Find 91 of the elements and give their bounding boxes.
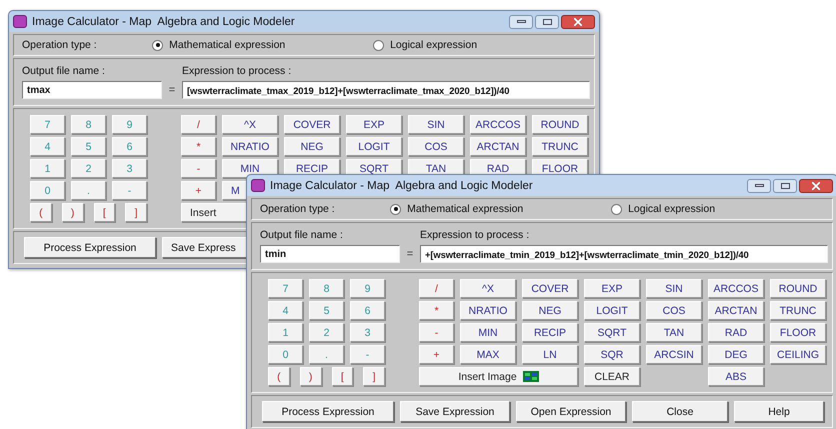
close-button[interactable] <box>799 178 833 192</box>
function-button[interactable]: NRATIO <box>460 301 516 320</box>
function-button[interactable]: LN <box>522 345 578 364</box>
function-button[interactable]: ARCTAN <box>708 301 764 320</box>
function-button[interactable]: FLOOR <box>770 323 826 342</box>
function-button[interactable]: LOGIT <box>346 137 402 156</box>
bracket-button[interactable]: ( <box>30 203 52 222</box>
function-button[interactable]: CEILING <box>770 345 826 364</box>
radio-label: Mathematical expression <box>169 39 286 51</box>
function-button[interactable]: SIN <box>646 279 702 298</box>
function-button[interactable]: ARCSIN <box>646 345 702 364</box>
function-button[interactable]: ROUND <box>532 115 588 134</box>
function-button[interactable]: COVER <box>522 279 578 298</box>
function-button[interactable]: ^X <box>460 279 516 298</box>
radio-label: Logical expression <box>628 203 716 215</box>
output-field[interactable]: tmin <box>260 245 400 263</box>
operation-type-label: Operation type : <box>260 203 336 215</box>
radio-label: Mathematical expression <box>407 203 524 215</box>
expression-field[interactable]: +[wswterraclimate_tmin_2019_b12]+[wswterraclimate_tmin_2020_b12])/40 <box>420 245 828 263</box>
operator-button[interactable]: - <box>419 323 454 342</box>
operator-button[interactable]: * <box>181 137 216 156</box>
maximize-button[interactable] <box>535 14 559 28</box>
function-button[interactable]: COS <box>408 137 464 156</box>
minimize-button[interactable] <box>509 14 533 28</box>
radio-button[interactable] <box>373 40 384 50</box>
function-button[interactable]: NRATIO <box>222 137 278 156</box>
function-button[interactable]: ^X <box>222 115 278 134</box>
insert-image-button[interactable]: Insert Image <box>419 367 578 386</box>
grid-icon <box>522 371 539 382</box>
action-button[interactable]: Save Expression <box>400 401 510 422</box>
function-button[interactable]: ARCCOS <box>470 115 526 134</box>
bracket-button[interactable]: [ <box>332 367 354 386</box>
operator-button[interactable]: + <box>419 345 454 364</box>
maximize-button[interactable] <box>773 178 797 192</box>
action-button[interactable]: Process Expression <box>262 401 394 422</box>
radio-button[interactable] <box>152 40 164 50</box>
function-button[interactable]: TRUNC <box>770 301 826 320</box>
expression-field[interactable]: [wswterraclimate_tmax_2019_b12]+[wswterraclimate_tmax_2020_b12])/40 <box>182 81 590 99</box>
window-title: Image Calculator - Map Algebra and Logic Modeler <box>270 180 534 192</box>
function-button[interactable]: ARCTAN <box>470 137 526 156</box>
bracket-button[interactable]: [ <box>94 203 116 222</box>
output-field[interactable]: tmax <box>22 81 162 99</box>
radio-button[interactable] <box>611 204 622 214</box>
operator-button[interactable]: / <box>181 115 216 134</box>
function-button[interactable]: DEG <box>708 345 764 364</box>
radio-label: Logical expression <box>390 39 478 51</box>
function-button[interactable]: NEG <box>522 301 578 320</box>
function-button[interactable]: COS <box>646 301 702 320</box>
app-icon <box>251 179 265 192</box>
equals-sign: = <box>168 84 176 96</box>
function-button[interactable]: COVER <box>284 115 340 134</box>
close-button[interactable] <box>561 14 595 28</box>
bracket-button[interactable]: ) <box>300 367 322 386</box>
clear-button[interactable]: CLEAR <box>584 367 640 386</box>
equals-sign: = <box>406 248 414 260</box>
bracket-button[interactable]: ] <box>363 367 385 386</box>
minimize-button[interactable] <box>747 178 771 192</box>
function-button[interactable]: EXP <box>584 279 640 298</box>
operator-button[interactable]: + <box>181 181 216 200</box>
expression-label: Expression to process : <box>420 229 530 241</box>
operator-button[interactable]: * <box>419 301 454 320</box>
function-button[interactable]: TAN <box>646 323 702 342</box>
action-button[interactable]: Close <box>632 401 728 422</box>
output-label: Output file name : <box>22 65 106 77</box>
action-button[interactable]: Open Expression <box>516 401 626 422</box>
operation-type-label: Operation type : <box>22 39 98 51</box>
function-button[interactable]: NEG <box>284 137 340 156</box>
function-button[interactable]: SQR <box>584 345 640 364</box>
action-button[interactable]: Process Expression <box>24 237 156 258</box>
function-button[interactable]: ROUND <box>770 279 826 298</box>
radio-button[interactable] <box>390 204 402 214</box>
function-button[interactable]: RECIP <box>522 323 578 342</box>
function-button[interactable]: SQRT <box>584 323 640 342</box>
bracket-button[interactable]: ) <box>62 203 84 222</box>
function-button[interactable]: SIN <box>408 115 464 134</box>
operator-button[interactable]: / <box>419 279 454 298</box>
function-button[interactable]: EXP <box>346 115 402 134</box>
function-button[interactable]: MAX <box>460 345 516 364</box>
expression-label: Expression to process : <box>182 65 292 77</box>
function-button[interactable]: MIN <box>460 323 516 342</box>
action-button[interactable]: Help <box>734 401 824 422</box>
app-icon <box>13 15 27 28</box>
function-button[interactable]: LOGIT <box>584 301 640 320</box>
function-button[interactable]: ARCCOS <box>708 279 764 298</box>
bracket-button[interactable]: ] <box>125 203 147 222</box>
bracket-button[interactable]: ( <box>268 367 290 386</box>
window-title: Image Calculator - Map Algebra and Logic Modeler <box>32 16 296 28</box>
function-button[interactable]: RAD <box>708 323 764 342</box>
operator-button[interactable]: - <box>181 159 216 178</box>
function-button[interactable]: TRUNC <box>532 137 588 156</box>
function-button[interactable]: ABS <box>708 367 764 386</box>
